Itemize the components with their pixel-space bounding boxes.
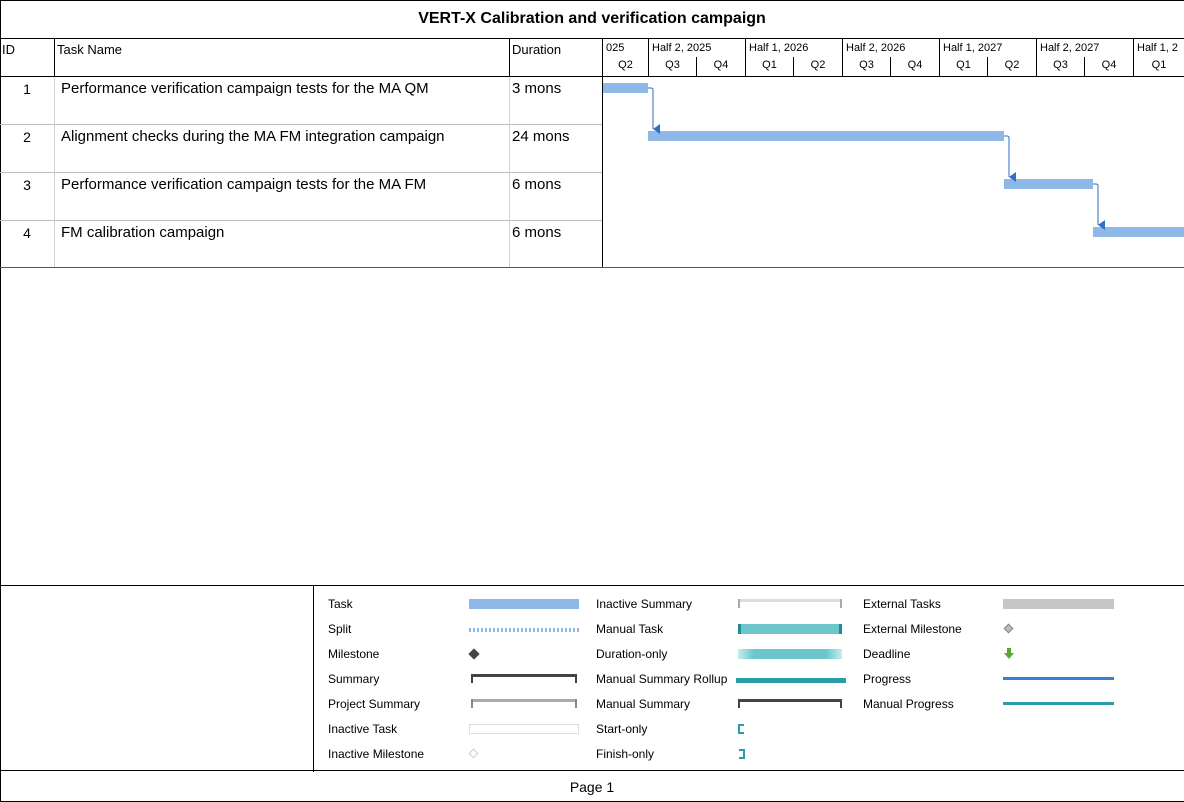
legend-label: Project Summary [328,697,421,711]
legend-label: Manual Summary Rollup [596,672,728,686]
task-id: 1 [0,77,55,125]
legend-label: Inactive Task [328,722,398,736]
timescale-half: Half 1, 2026 [745,39,842,57]
manual-progress-legend-swatch [1003,702,1114,705]
duration-only-legend-swatch [738,649,842,659]
table-header: ID Task Name Duration [0,39,603,77]
timescale-halves: 025 Half 2, 2025 Half 1, 2026 Half 2, 20… [603,39,1184,57]
timescale-quarter: Q4 [1084,57,1133,77]
timescale-half: 025 [606,42,625,54]
page-number: Page 1 [569,778,615,795]
legend: Task Split Milestone Summary Project Sum… [0,585,1184,772]
task-name[interactable]: Alignment checks during the MA FM integr… [55,125,510,173]
deadline-arrow-icon [1004,648,1014,659]
inactive-task-legend-swatch [469,724,579,734]
legend-label: External Milestone [863,622,962,636]
legend-label: Task [328,597,353,611]
legend-label: Manual Progress [863,697,954,711]
timescale-quarters: Q2 Q3 Q4 Q1 Q2 Q3 Q4 Q1 Q2 Q3 Q4 Q1 [603,57,1184,77]
task-bar-4[interactable] [1093,227,1184,237]
legend-label: External Tasks [863,597,941,611]
legend-label: Deadline [863,647,911,661]
timescale-half: Half 2, 2026 [842,39,939,57]
timescale-quarter: Q4 [696,57,745,77]
legend-label: Inactive Milestone [328,747,425,761]
finish-only-bracket-icon [739,749,745,759]
timescale-quarter: Q2 [793,57,842,77]
dependency-link-3-4 [1093,183,1105,230]
timescale-half: Half 2, 2027 [1036,39,1133,57]
timescale-quarter: Q2 [618,59,633,71]
timescale-half: Half 2, 2025 [648,39,745,57]
legend-label: Finish-only [596,747,655,761]
legend-label: Milestone [328,647,380,661]
summary-legend-swatch [471,674,577,683]
col-header-duration[interactable]: Duration [510,39,603,77]
legend-label: Start-only [596,722,648,736]
legend-blank-cell [0,586,314,772]
legend-label: Summary [328,672,380,686]
timescale-quarter: Q3 [842,57,890,77]
manual-task-legend-swatch [738,624,842,634]
legend-label: Inactive Summary [596,597,693,611]
split-legend-swatch [469,628,579,632]
inactive-milestone-diamond-icon [468,748,479,759]
legend-label: Duration-only [596,647,668,661]
task-id: 4 [0,221,55,267]
manual-summary-rollup-legend-swatch [736,678,846,683]
task-name[interactable]: Performance verification campaign tests … [55,173,510,221]
legend-label: Split [328,622,352,636]
progress-legend-swatch [1003,677,1114,680]
project-summary-legend-swatch [471,699,577,708]
task-id: 2 [0,125,55,173]
task-name[interactable]: Performance verification campaign tests … [55,77,510,125]
task-bar-1[interactable] [603,83,648,93]
task-bar-2[interactable] [648,131,1004,141]
task-id: 3 [0,173,55,221]
start-only-bracket-icon [738,724,744,734]
legend-label: Progress [863,672,912,686]
timescale-quarter: Q1 [939,57,987,77]
timescale-half: Half 1, 2027 [939,39,1036,57]
external-milestone-diamond-icon [1003,623,1014,634]
table-row[interactable]: 4 FM calibration campaign 6 mons [0,221,603,267]
col-header-id[interactable]: ID [0,39,55,77]
timescale-quarter: Q4 [890,57,939,77]
dependency-link-2-3 [1004,135,1016,182]
page-title: VERT-X Calibration and verification camp… [0,0,1184,39]
legend-label: Manual Summary [596,697,691,711]
task-duration[interactable]: 6 mons [510,173,603,221]
task-duration[interactable]: 3 mons [510,77,603,125]
col-header-task-name[interactable]: Task Name [55,39,510,77]
task-duration[interactable]: 24 mons [510,125,603,173]
legend-label: Manual Task [596,622,664,636]
timescale-quarter: Q3 [648,57,696,77]
timescale-quarter: Q3 [1036,57,1084,77]
gantt-chart [603,83,1184,237]
timescale-quarter: Q1 [745,57,793,77]
timescale-quarter: Q1 [1133,57,1184,77]
timescale-quarter: Q2 [987,57,1036,77]
table-row[interactable]: 1 Performance verification campaign test… [0,77,603,125]
external-tasks-legend-swatch [1003,599,1114,609]
task-name[interactable]: FM calibration campaign [55,221,510,267]
task-duration[interactable]: 6 mons [510,221,603,267]
inactive-summary-legend-swatch [738,599,842,608]
table-row[interactable]: 3 Performance verification campaign test… [0,173,603,221]
timescale-half: Half 1, 2 [1133,39,1184,57]
table-row[interactable]: 2 Alignment checks during the MA FM inte… [0,125,603,173]
task-bar-3[interactable] [1004,179,1093,189]
milestone-diamond-icon [468,648,480,660]
table-bottom-border [0,267,1184,268]
manual-summary-legend-swatch [738,699,842,708]
dependency-link-1-2 [648,87,660,134]
task-legend-swatch [469,599,579,609]
